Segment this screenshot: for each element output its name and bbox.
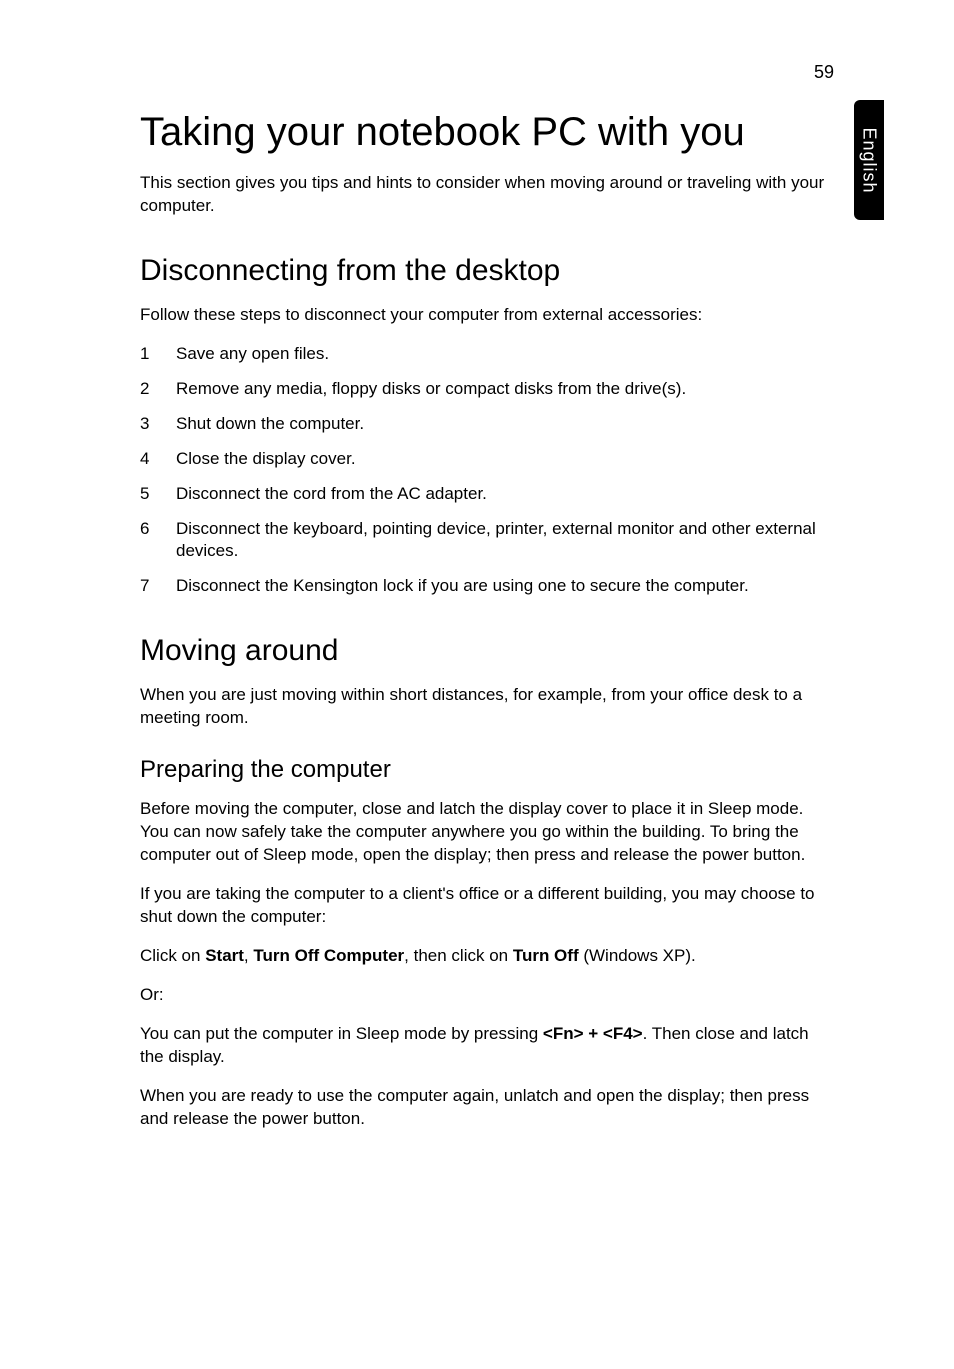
step-number: 5	[140, 483, 176, 506]
subsection-heading-preparing: Preparing the computer	[140, 756, 834, 784]
list-item: 7Disconnect the Kensington lock if you a…	[140, 575, 834, 598]
text-run: , then click on	[404, 946, 513, 965]
list-item: 2Remove any media, floppy disks or compa…	[140, 378, 834, 401]
step-text: Shut down the computer.	[176, 413, 834, 436]
preparing-p2: If you are taking the computer to a clie…	[140, 883, 834, 929]
page-title: Taking your notebook PC with you	[140, 110, 834, 154]
section-heading-moving: Moving around	[140, 634, 834, 668]
step-text: Save any open files.	[176, 343, 834, 366]
page-content: 59 English Taking your notebook PC with …	[0, 0, 954, 1227]
bold-text: Start	[205, 946, 244, 965]
page-number: 59	[814, 62, 834, 83]
bold-text: <Fn> + <F4>	[543, 1024, 643, 1043]
preparing-p1: Before moving the computer, close and la…	[140, 798, 834, 867]
list-item: 3Shut down the computer.	[140, 413, 834, 436]
text-run: ,	[244, 946, 253, 965]
step-text: Disconnect the Kensington lock if you ar…	[176, 575, 834, 598]
text-run: Click on	[140, 946, 205, 965]
preparing-p3: Click on Start, Turn Off Computer, then …	[140, 945, 834, 968]
list-item: 5Disconnect the cord from the AC adapter…	[140, 483, 834, 506]
step-number: 7	[140, 575, 176, 598]
language-tab-label: English	[859, 127, 880, 193]
language-tab: English	[854, 100, 884, 220]
section-heading-disconnecting: Disconnecting from the desktop	[140, 254, 834, 288]
list-item: 6Disconnect the keyboard, pointing devic…	[140, 518, 834, 564]
step-text: Disconnect the cord from the AC adapter.	[176, 483, 834, 506]
step-number: 2	[140, 378, 176, 401]
list-item: 1Save any open files.	[140, 343, 834, 366]
step-text: Remove any media, floppy disks or compac…	[176, 378, 834, 401]
text-run: You can put the computer in Sleep mode b…	[140, 1024, 543, 1043]
section1-lead: Follow these steps to disconnect your co…	[140, 304, 834, 327]
step-number: 4	[140, 448, 176, 471]
list-item: 4Close the display cover.	[140, 448, 834, 471]
step-number: 6	[140, 518, 176, 564]
section2-lead: When you are just moving within short di…	[140, 684, 834, 730]
step-number: 3	[140, 413, 176, 436]
bold-text: Turn Off	[513, 946, 579, 965]
bold-text: Turn Off Computer	[253, 946, 404, 965]
text-run: (Windows XP).	[579, 946, 696, 965]
step-text: Disconnect the keyboard, pointing device…	[176, 518, 834, 564]
preparing-or: Or:	[140, 984, 834, 1007]
intro-paragraph: This section gives you tips and hints to…	[140, 172, 834, 218]
preparing-p5: When you are ready to use the computer a…	[140, 1085, 834, 1131]
preparing-p4: You can put the computer in Sleep mode b…	[140, 1023, 834, 1069]
step-number: 1	[140, 343, 176, 366]
disconnect-steps-list: 1Save any open files. 2Remove any media,…	[140, 343, 834, 599]
step-text: Close the display cover.	[176, 448, 834, 471]
